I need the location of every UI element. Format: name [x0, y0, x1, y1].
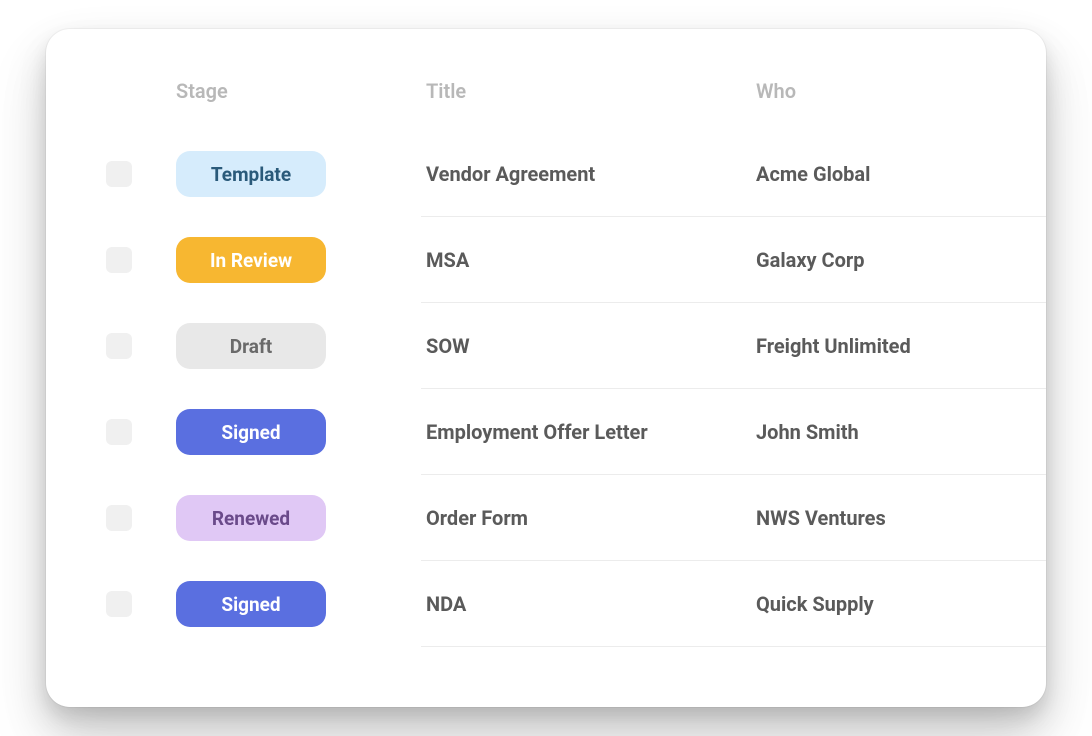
stage-badge[interactable]: Template: [176, 151, 326, 197]
row-checkbox[interactable]: [106, 419, 132, 445]
row-who: John Smith: [756, 420, 859, 444]
row-who: Freight Unlimited: [756, 334, 911, 358]
table-row: In Review MSA Galaxy Corp: [46, 217, 1046, 303]
row-who: Galaxy Corp: [756, 248, 865, 272]
table-row: Renewed Order Form NWS Ventures: [46, 475, 1046, 561]
documents-card: Stage Title Who Template Vendor Agreemen…: [46, 29, 1046, 707]
stage-badge[interactable]: Draft: [176, 323, 326, 369]
row-who: Acme Global: [756, 162, 870, 186]
row-checkbox[interactable]: [106, 161, 132, 187]
row-divider: [421, 646, 1046, 647]
row-checkbox[interactable]: [106, 505, 132, 531]
table-header-row: Stage Title Who: [46, 79, 1046, 131]
stage-badge[interactable]: Signed: [176, 409, 326, 455]
table-row: Draft SOW Freight Unlimited: [46, 303, 1046, 389]
row-who: Quick Supply: [756, 592, 874, 616]
stage-badge[interactable]: Signed: [176, 581, 326, 627]
row-checkbox[interactable]: [106, 247, 132, 273]
header-title: Title: [426, 79, 466, 103]
header-stage: Stage: [176, 79, 228, 103]
documents-table: Stage Title Who Template Vendor Agreemen…: [46, 79, 1046, 647]
row-title: NDA: [426, 592, 466, 616]
stage-badge[interactable]: Renewed: [176, 495, 326, 541]
table-row: Signed NDA Quick Supply: [46, 561, 1046, 647]
row-title: Vendor Agreement: [426, 162, 595, 186]
row-title: Order Form: [426, 506, 528, 530]
stage-badge[interactable]: In Review: [176, 237, 326, 283]
row-checkbox[interactable]: [106, 591, 132, 617]
table-row: Template Vendor Agreement Acme Global: [46, 131, 1046, 217]
table-row: Signed Employment Offer Letter John Smit…: [46, 389, 1046, 475]
row-title: SOW: [426, 334, 470, 358]
row-title: MSA: [426, 248, 469, 272]
row-checkbox[interactable]: [106, 333, 132, 359]
header-who: Who: [756, 79, 796, 103]
row-who: NWS Ventures: [756, 506, 886, 530]
row-title: Employment Offer Letter: [426, 420, 648, 444]
